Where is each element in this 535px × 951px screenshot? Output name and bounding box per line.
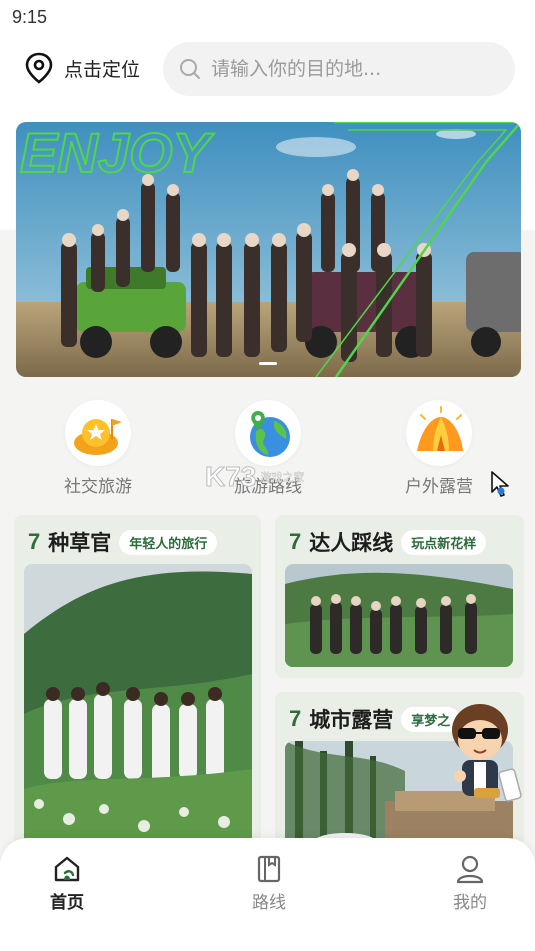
mouse-cursor-icon	[491, 471, 509, 497]
watermark: K73 游戏之家	[204, 460, 335, 494]
card-logo-mark: 7	[28, 529, 41, 554]
tab-label: 路线	[252, 893, 286, 913]
category-outdoor-camping[interactable]: 户外露营	[374, 400, 504, 497]
category-label: 社交旅游	[64, 477, 132, 497]
location-pin-icon	[25, 52, 53, 84]
watermark-text: 游戏之家	[260, 471, 305, 484]
card-photo	[24, 564, 252, 845]
banner-carousel[interactable]: ENJOY	[16, 122, 521, 377]
card-photo	[285, 564, 513, 667]
tab-home[interactable]: 首页	[27, 854, 107, 913]
tent-icon	[417, 406, 463, 451]
card-logo-mark: 7	[289, 706, 302, 731]
card-route-scouting[interactable]: 7 达人踩线 玩点新花样	[275, 515, 524, 678]
status-time: 9:15	[12, 7, 48, 27]
search-icon	[180, 59, 200, 79]
location-button[interactable]: 点击定位	[24, 52, 140, 84]
location-label: 点击定位	[64, 58, 141, 81]
card-logo-mark: 7	[289, 529, 302, 554]
banner-headline: ENJOY	[20, 122, 214, 184]
card-title: 达人踩线	[309, 531, 394, 555]
tab-label: 我的	[453, 893, 487, 913]
book-icon	[257, 855, 281, 883]
bottom-tab-bar: 首页 路线 我的	[0, 838, 535, 951]
watermark-logo: K73	[204, 461, 257, 493]
search-input[interactable]	[211, 58, 491, 80]
tab-mine[interactable]: 我的	[430, 854, 510, 913]
banner-photo: ENJOY	[16, 122, 521, 377]
user-icon	[456, 855, 484, 884]
tab-routes[interactable]: 路线	[229, 854, 309, 913]
card-title: 种草官	[48, 531, 112, 555]
card-influencer[interactable]: 7 种草官 年轻人的旅行	[14, 515, 261, 845]
search-bar[interactable]	[163, 42, 515, 96]
star-hill-icon	[74, 419, 122, 455]
card-title: 城市露营	[309, 708, 394, 732]
tab-label: 首页	[50, 893, 84, 913]
category-social-travel[interactable]: 社交旅游	[33, 400, 163, 497]
card-tag: 年轻人的旅行	[119, 529, 218, 555]
globe-icon	[250, 411, 290, 457]
card-tag: 玩点新花样	[401, 529, 487, 555]
cartoon-character-sticker	[452, 704, 522, 802]
carousel-indicator	[259, 362, 277, 365]
home-icon	[54, 856, 80, 882]
category-label: 户外露营	[405, 477, 473, 497]
